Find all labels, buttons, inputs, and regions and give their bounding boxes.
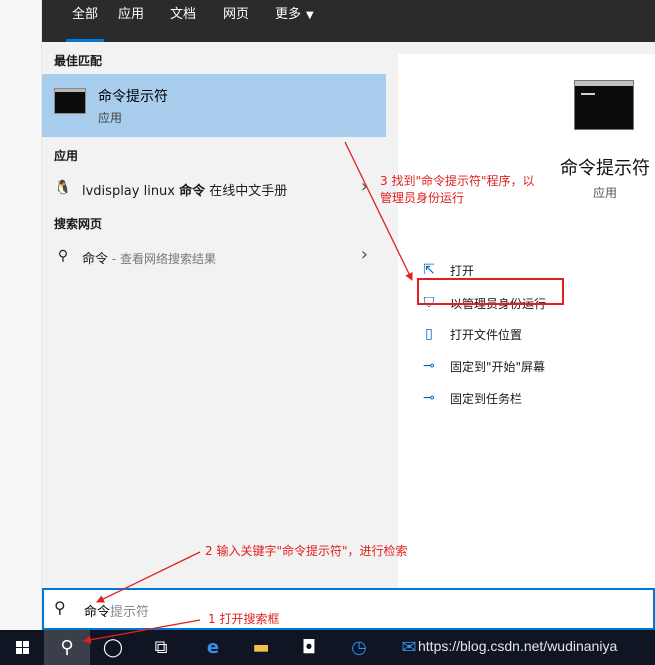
task-view-icon: ⧉ xyxy=(154,637,168,658)
best-match-title: 命令提示符 xyxy=(98,89,168,105)
tab-more[interactable]: 更多 ▼ xyxy=(275,0,314,42)
app-item-prefix: lvdisplay linux xyxy=(82,184,180,199)
watermark: https://blog.csdn.net/wudinaniya xyxy=(418,638,618,654)
store-bag-icon: ◘ xyxy=(301,637,317,658)
web-search-header: 搜索网页 xyxy=(54,217,103,231)
best-match-item[interactable]: 命令提示符 应用 xyxy=(42,74,386,137)
web-item-suffix: - 查看网络搜索结果 xyxy=(108,252,216,266)
file-explorer-button[interactable]: ▬ xyxy=(238,630,284,665)
command-prompt-icon xyxy=(54,88,86,114)
pin-icon: ⊸ xyxy=(423,390,435,406)
detail-pane: 命令提示符 应用 ⇱ 打开 ⛉ 以管理员身份运行 ▯ 打开文件位置 ⊸ 固定到"… xyxy=(386,42,655,588)
open-icon: ⇱ xyxy=(423,262,435,278)
tab-more-label: 更多 xyxy=(275,7,302,22)
app-item-label: lvdisplay linux 命令 在线中文手册 xyxy=(82,180,287,199)
store-button[interactable]: ◘ xyxy=(286,630,332,665)
action-pin-to-start[interactable]: ⊸ 固定到"开始"屏幕 xyxy=(420,355,620,379)
action-pin-to-start-label: 固定到"开始"屏幕 xyxy=(450,360,546,374)
chevron-right-icon[interactable]: › xyxy=(361,246,368,264)
results-pane: 最佳匹配 命令提示符 应用 应用 🐧 lvdisplay linux 命令 在线… xyxy=(42,42,386,588)
taskbar-search-button[interactable]: ⚲ xyxy=(44,630,90,665)
clock-icon: ◷ xyxy=(351,637,367,658)
clock-app-button[interactable]: ◷ xyxy=(336,630,382,665)
chevron-down-icon: ▼ xyxy=(306,10,314,21)
action-pin-to-taskbar[interactable]: ⊸ 固定到任务栏 xyxy=(420,387,620,411)
action-open-file-location[interactable]: ▯ 打开文件位置 xyxy=(420,323,620,347)
start-button[interactable] xyxy=(0,630,46,665)
app-item-suffix: 在线中文手册 xyxy=(205,184,288,199)
tab-all[interactable]: 全部 xyxy=(66,0,104,42)
detail-subtitle: 应用 xyxy=(593,186,618,200)
tab-apps[interactable]: 应用 xyxy=(118,0,144,42)
apps-header: 应用 xyxy=(54,149,79,163)
taskbar: ⚲ ◯ ⧉ e ▬ ◘ ◷ ✉ https://blog.csdn.net/wu… xyxy=(0,630,655,665)
search-input[interactable]: 命令提示符 xyxy=(84,601,149,620)
cortana-button[interactable]: ◯ xyxy=(90,630,136,665)
action-open-file-location-label: 打开文件位置 xyxy=(450,328,523,342)
windows-logo-icon xyxy=(16,641,30,655)
chevron-right-icon[interactable]: › xyxy=(361,178,368,196)
search-icon: ⚲ xyxy=(57,248,69,264)
task-view-button[interactable]: ⧉ xyxy=(138,630,184,665)
action-pin-to-taskbar-label: 固定到任务栏 xyxy=(450,392,523,406)
tab-documents[interactable]: 文档 xyxy=(170,0,196,42)
best-match-header: 最佳匹配 xyxy=(54,54,103,68)
list-item-app[interactable]: 🐧 lvdisplay linux 命令 在线中文手册 › xyxy=(42,172,386,204)
cortana-circle-icon: ◯ xyxy=(102,637,124,658)
edge-button[interactable]: e xyxy=(190,630,236,665)
web-item-term: 命令 xyxy=(82,252,109,267)
search-autocomplete-hint: 提示符 xyxy=(110,605,150,620)
folder-icon: ▬ xyxy=(252,637,270,658)
mail-icon: ✉ xyxy=(401,637,417,658)
desktop-strip xyxy=(0,0,42,630)
search-icon: ⚲ xyxy=(54,598,66,617)
annotation-step3-line2: 管理员身份运行 xyxy=(380,191,465,205)
command-prompt-large-icon xyxy=(574,80,634,130)
annotation-highlight-box xyxy=(417,278,564,305)
annotation-step3-line1: 3 找到"命令提示符"程序，以 xyxy=(380,174,535,188)
best-match-subtitle: 应用 xyxy=(98,111,123,125)
detail-title: 命令提示符 xyxy=(560,158,650,179)
list-item-web[interactable]: ⚲ 命令 - 查看网络搜索结果 › xyxy=(42,240,386,272)
pin-icon: ⊸ xyxy=(423,358,435,374)
action-open-label: 打开 xyxy=(450,264,475,278)
tab-web[interactable]: 网页 xyxy=(223,0,249,42)
search-typed-text: 命令 xyxy=(84,605,111,620)
detail-card: 命令提示符 应用 ⇱ 打开 ⛉ 以管理员身份运行 ▯ 打开文件位置 ⊸ 固定到"… xyxy=(398,54,655,588)
file-location-icon: ▯ xyxy=(425,326,433,342)
linux-penguin-icon: 🐧 xyxy=(54,180,72,196)
app-item-keyword: 命令 xyxy=(179,184,206,199)
annotation-step1: 1 打开搜索框 xyxy=(208,612,280,626)
annotation-step2: 2 输入关键字"命令提示符"，进行检索 xyxy=(205,544,408,558)
web-item-label: 命令 - 查看网络搜索结果 xyxy=(82,248,216,267)
search-icon: ⚲ xyxy=(60,637,74,658)
edge-icon: e xyxy=(206,637,220,658)
search-box[interactable]: ⚲ 命令提示符 xyxy=(42,588,655,630)
search-filter-tabs: 全部 应用 文档 网页 更多 ▼ xyxy=(42,0,655,42)
